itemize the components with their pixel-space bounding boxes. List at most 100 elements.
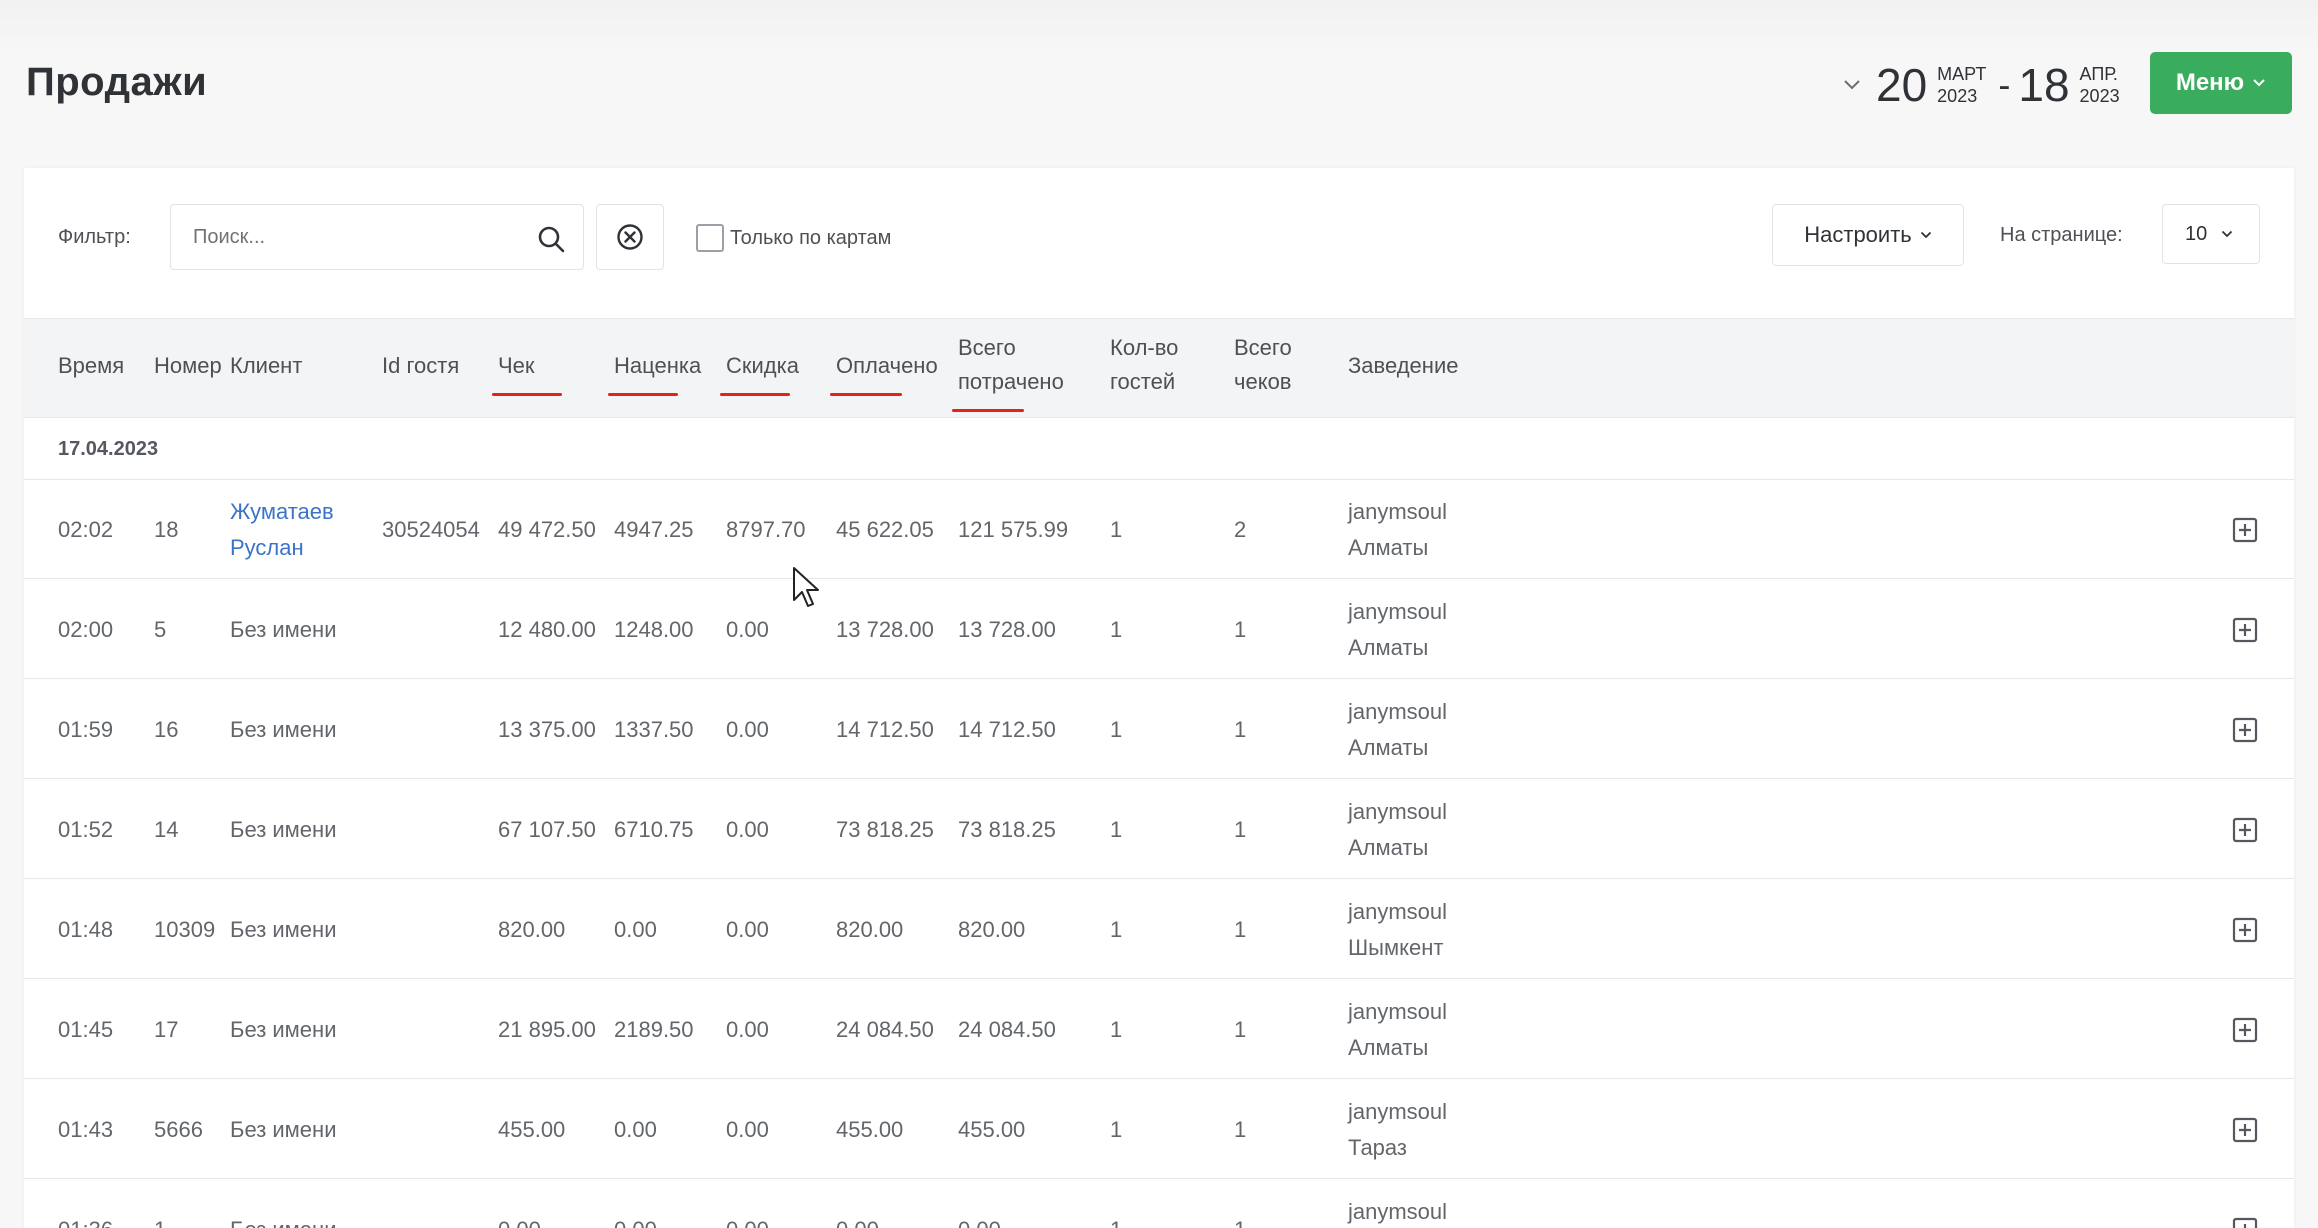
per-page-value: 10 [2185,222,2208,245]
expand-plus-icon[interactable] [2232,617,2258,643]
column-header-text: Оплачено [836,353,938,378]
cell-time: 02:02 [58,517,114,542]
menu-button-label: Меню [2175,69,2245,96]
chevron-down-icon [1920,231,1931,239]
chevron-down-icon [2253,79,2265,87]
cell-total-checks: 2 [1234,517,1247,542]
configure-button[interactable]: Настроить [1772,204,1964,266]
expand-plus-icon[interactable] [2232,717,2258,743]
cell-client[interactable]: Жуматаев Руслан [230,494,350,566]
column-header-underline [952,409,1024,412]
cell-guests: 1 [1110,817,1123,842]
menu-button[interactable]: Меню [2150,52,2292,114]
date-to-year: 2023 [2079,86,2120,106]
expand-plus-icon[interactable] [2232,517,2258,543]
clear-filter-button[interactable] [596,204,664,270]
table-row[interactable]: 01:43 5666 Без имени 455.00 0.00 0.00 455.00 45… [24,1080,2294,1179]
column-header-time[interactable]: Время [58,349,124,383]
search-box[interactable] [170,204,584,270]
cell-check: 21 895.00 [498,1017,596,1042]
date-to-month: АПР. [2079,64,2118,84]
cell-guest-id: 30524054 [382,517,480,542]
cell-total-spent: 14 712.50 [958,717,1056,742]
column-header-underline [720,393,790,396]
cell-markup: 4947.25 [614,517,694,542]
table-row[interactable]: 02:00 5 Без имени 12 480.00 1248.00 0.00 13 72… [24,580,2294,679]
cell-discount: 0.00 [726,1017,769,1042]
column-header-text: потрачено [958,369,1064,394]
table-row[interactable]: 01:48 10309 Без имени 820.00 0.00 0.00 820.00 8… [24,880,2294,979]
table-row[interactable]: 01:52 14 Без имени 67 107.50 6710.75 0.00 73 8… [24,780,2294,879]
cell-paid: 14 712.50 [836,717,934,742]
sales-card: Фильтр: Только по картам Настроить На ст… [24,168,2294,1228]
expand-plus-icon[interactable] [2232,917,2258,943]
column-header-number[interactable]: Номер [154,349,222,383]
chevron-down-icon [2222,230,2233,238]
cell-check: 49 472.50 [498,517,596,542]
per-page-select[interactable]: 10 [2162,204,2260,264]
column-header-guests[interactable]: Кол-во гостей [1110,331,1178,399]
cell-total-spent: 73 818.25 [958,817,1056,842]
column-header-total-spent[interactable]: Всего потрачено [952,331,1064,412]
search-icon[interactable] [537,225,565,253]
per-page-label: На странице: [2000,224,2123,246]
cell-check: 67 107.50 [498,817,596,842]
date-range-picker[interactable]: 20 МАРТ 2023 - 18 АПР. 2023 [1838,60,2130,110]
cell-number: 5666 [154,1117,203,1142]
cell-discount: 8797.70 [726,517,806,542]
cell-time: 01:48 [58,917,114,942]
column-header-guest-id[interactable]: Id гостя [382,349,459,383]
search-input[interactable] [171,205,531,269]
cell-guests: 1 [1110,1212,1122,1228]
cell-total-checks: 1 [1234,617,1247,642]
cell-time: 01:36 [58,1212,113,1228]
expand-plus-icon[interactable] [2232,1117,2258,1143]
expand-plus-icon[interactable] [2232,1017,2258,1043]
column-header-markup[interactable]: Наценка [608,349,701,396]
cell-venue: janymsoul Алматы [1348,599,1448,660]
table-row[interactable]: 01:36 1 Без имени 0.00 0.00 0.00 0.00 0.00 1 1 jan… [24,1180,2294,1228]
cell-discount: 0.00 [726,1212,769,1228]
table-row[interactable]: 01:59 16 Без имени 13 375.00 1337.50 0.00 14 7… [24,680,2294,779]
cell-guests: 1 [1110,1117,1123,1142]
column-header-paid[interactable]: Оплачено [830,349,938,396]
cell-total-checks: 1 [1234,1017,1247,1042]
column-header-text: Всего [958,335,1016,360]
chevron-down-icon[interactable] [1838,71,1866,99]
date-group-label: 17.04.2023 [58,438,159,460]
table-header: Время Номер Клиент Id гостя Чек Наценка Скидка… [24,318,2294,418]
cell-client: Без имени [230,1117,337,1142]
page-title: Продажи [26,60,208,104]
cell-number: 16 [154,717,179,742]
cell-total-checks: 1 [1234,817,1247,842]
table-row[interactable]: 02:02 18 Жуматаев Руслан 30524054 49 472.50 4… [24,480,2294,579]
column-header-client[interactable]: Клиент [230,349,302,383]
column-header-text: Id гостя [382,353,460,378]
cell-guests: 1 [1110,717,1123,742]
table-row[interactable]: 01:45 17 Без имени 21 895.00 2189.50 0.00 24 0… [24,980,2294,1079]
cell-total-checks: 1 [1234,1117,1247,1142]
column-header-venue[interactable]: Заведение [1348,349,1458,383]
cell-venue: janymsoul Тараз [1348,1099,1448,1160]
cards-only-toggle[interactable]: Только по картам [696,224,891,252]
column-header-text: чеков [1234,369,1292,394]
cell-time: 01:43 [58,1117,114,1142]
cell-client: Без имени [230,1017,337,1042]
cell-number: 5 [154,617,167,642]
cell-markup: 0.00 [614,1117,657,1142]
cards-only-checkbox[interactable] [696,224,724,252]
cell-number: 1 [154,1212,166,1228]
expand-plus-icon[interactable] [2232,817,2258,843]
cell-paid: 455.00 [836,1117,904,1142]
cell-total-spent: 13 728.00 [958,617,1056,642]
cell-total-spent: 455.00 [958,1117,1026,1142]
cards-only-label: Только по картам [730,226,892,249]
expand-plus-icon[interactable] [2232,1217,2258,1228]
cell-paid: 24 084.50 [836,1017,934,1042]
column-header-total-checks[interactable]: Всего чеков [1234,331,1292,399]
column-header-check[interactable]: Чек [492,349,562,396]
cell-check: 13 375.00 [498,717,596,742]
cell-check: 820.00 [498,917,566,942]
column-header-discount[interactable]: Скидка [720,349,799,396]
cell-client: Без имени [230,917,337,942]
